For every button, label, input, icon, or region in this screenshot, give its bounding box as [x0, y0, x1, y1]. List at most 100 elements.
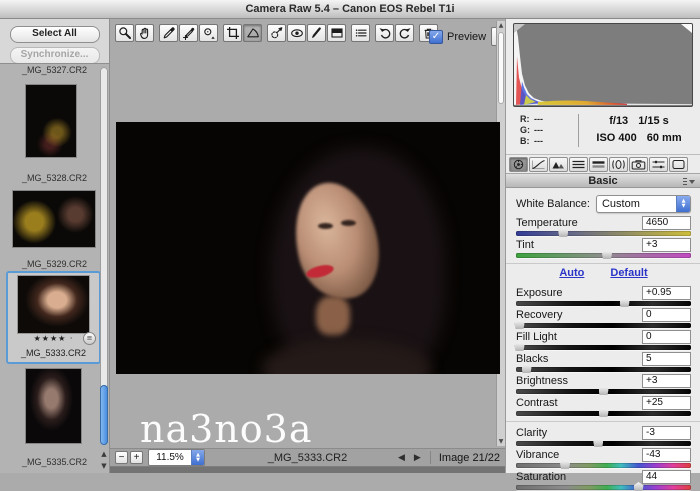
- slider-track-temperature[interactable]: [516, 231, 691, 236]
- tab-detail[interactable]: [549, 157, 568, 172]
- adjustments-panel: R:--- G:--- B:--- f/131/15 s ISO 40060 m…: [505, 19, 700, 473]
- spot-removal-tool-icon[interactable]: [267, 24, 286, 42]
- slider-value-brightness[interactable]: +3: [642, 374, 691, 388]
- preferences-icon[interactable]: [351, 24, 370, 42]
- filmstrip-item-label: _MG_5327.CR2: [0, 65, 109, 75]
- slider-track-clarity[interactable]: [516, 441, 691, 446]
- slider-label-fill-light: Fill Light: [516, 331, 557, 343]
- slider-value-vibrance[interactable]: -43: [642, 448, 691, 462]
- slider-row-contrast: Contrast+25: [516, 395, 691, 417]
- slider-track-brightness[interactable]: [516, 389, 691, 394]
- shadow-clipping-icon[interactable]: [514, 24, 525, 33]
- auto-link[interactable]: Auto: [559, 267, 584, 279]
- canvas-scrollbar-thumb[interactable]: [498, 32, 504, 104]
- panel-tabs: [509, 157, 689, 172]
- select-all-button[interactable]: Select All: [10, 26, 100, 43]
- slider-value-contrast[interactable]: +25: [642, 396, 691, 410]
- preview-image[interactable]: [116, 122, 500, 374]
- hand-tool-icon[interactable]: [135, 24, 154, 42]
- slider-label-brightness: Brightness: [516, 375, 568, 387]
- slider-track-fill-light[interactable]: [516, 345, 691, 350]
- slider-row-brightness: Brightness +3: [516, 373, 691, 395]
- synchronize-button[interactable]: Synchronize...: [10, 47, 100, 64]
- white-balance-tool-icon[interactable]: [159, 24, 178, 42]
- tab-lens-corrections[interactable]: [609, 157, 628, 172]
- slider-label-temperature: Temperature: [516, 217, 578, 229]
- slider-value-exposure[interactable]: +0.95: [642, 286, 691, 300]
- adjustment-brush-tool-icon[interactable]: [307, 24, 326, 42]
- panel-menu-icon[interactable]: [683, 178, 695, 185]
- slider-track-blacks[interactable]: [516, 367, 691, 372]
- slider-track-tint[interactable]: [516, 253, 691, 258]
- slider-track-exposure[interactable]: [516, 301, 691, 306]
- rotate-right-icon[interactable]: [395, 24, 414, 42]
- preview-checkbox[interactable]: ✓: [429, 30, 443, 44]
- filmstrip-thumbnail[interactable]: [26, 85, 76, 157]
- tab-basic[interactable]: [509, 157, 528, 172]
- rotate-left-icon[interactable]: [375, 24, 394, 42]
- panel-header: Basic: [506, 173, 700, 188]
- tab-tone-curve[interactable]: [529, 157, 548, 172]
- slider-value-clarity[interactable]: -3: [642, 426, 691, 440]
- graduated-filter-tool-icon[interactable]: [327, 24, 346, 42]
- scroll-down-icon[interactable]: ▼: [99, 461, 109, 472]
- slider-value-blacks[interactable]: 5: [642, 352, 691, 366]
- iso-value: ISO 400: [596, 132, 636, 144]
- filmstrip-thumbnail[interactable]: [18, 276, 89, 333]
- slider-value-fill-light[interactable]: 0: [642, 330, 691, 344]
- select-stepper-icon[interactable]: ▲▼: [676, 196, 690, 212]
- basic-panel-content: White Balance: Custom ▲▼ Temperature4650…: [516, 188, 691, 473]
- exif-info: R:--- G:--- B:--- f/131/15 s ISO 40060 m…: [506, 111, 700, 153]
- zoom-tool-icon[interactable]: [115, 24, 134, 42]
- tab-camera-calibration[interactable]: [629, 157, 648, 172]
- tab-presets[interactable]: [649, 157, 668, 172]
- divider: [430, 451, 431, 464]
- color-sampler-tool-icon[interactable]: [179, 24, 198, 42]
- presence-sliders: Clarity-3Vibrance-43Saturation44: [516, 425, 691, 491]
- slider-track-vibrance[interactable]: [516, 463, 691, 468]
- filmstrip-thumbnail[interactable]: [13, 191, 95, 247]
- scroll-up-icon[interactable]: ▲: [497, 22, 505, 29]
- straighten-tool-icon[interactable]: [243, 24, 262, 42]
- previous-image-icon[interactable]: ◀: [398, 453, 410, 463]
- targeted-adjustment-tool-icon[interactable]: [199, 24, 218, 42]
- slider-value-temperature[interactable]: 4650: [642, 216, 691, 230]
- divider: [506, 154, 700, 155]
- highlight-clipping-icon[interactable]: [681, 24, 692, 33]
- tab-hsl-grayscale[interactable]: [569, 157, 588, 172]
- slider-row-blacks: Blacks5: [516, 351, 691, 373]
- slider-value-recovery[interactable]: 0: [642, 308, 691, 322]
- shutter-value: 1/15 s: [638, 115, 669, 127]
- red-eye-tool-icon[interactable]: [287, 24, 306, 42]
- tab-split-toning[interactable]: [589, 157, 608, 172]
- window-title: Camera Raw 5.4 – Canon EOS Rebel T1i: [245, 3, 454, 15]
- default-link[interactable]: Default: [610, 267, 647, 279]
- zoom-out-button[interactable]: −: [115, 451, 128, 464]
- slider-track-recovery[interactable]: [516, 323, 691, 328]
- subject-eye: [341, 220, 356, 226]
- filmstrip-scrollbar-thumb[interactable]: [100, 385, 108, 445]
- slider-row-fill-light: Fill Light 0: [516, 329, 691, 351]
- slider-value-tint[interactable]: +3: [642, 238, 691, 252]
- histogram: [513, 23, 693, 107]
- filmstrip-item-selected[interactable]: ★★★★ · ≡ _MG_5333.CR2: [6, 271, 101, 364]
- tab-snapshots[interactable]: [669, 157, 688, 172]
- zoom-in-button[interactable]: +: [130, 451, 143, 464]
- crop-tool-icon[interactable]: [223, 24, 242, 42]
- filmstrip-thumbnail[interactable]: [26, 369, 81, 443]
- zoom-level-stepper-icon[interactable]: ▲▼: [191, 450, 204, 465]
- filmstrip-scrollbar[interactable]: [100, 67, 108, 445]
- next-image-icon[interactable]: ▶: [414, 453, 426, 463]
- divider: [506, 421, 700, 422]
- slider-track-contrast[interactable]: [516, 411, 691, 416]
- slider-label-clarity: Clarity: [516, 427, 547, 439]
- scroll-down-icon[interactable]: ▼: [497, 438, 505, 445]
- slider-value-saturation[interactable]: 44: [642, 470, 691, 484]
- filmstrip-list: _MG_5327.CR2 _MG_5328.CR2 _MG_5329.CR2 ★…: [0, 63, 109, 473]
- slider-track-saturation[interactable]: [516, 485, 691, 490]
- slider-row-recovery: Recovery0: [516, 307, 691, 329]
- zoom-level-select[interactable]: 11.5% ▲▼: [148, 449, 205, 466]
- white-balance-select[interactable]: Custom ▲▼: [596, 195, 691, 213]
- scroll-up-icon[interactable]: ▲: [99, 449, 109, 460]
- zoom-level-value: 11.5%: [149, 450, 191, 465]
